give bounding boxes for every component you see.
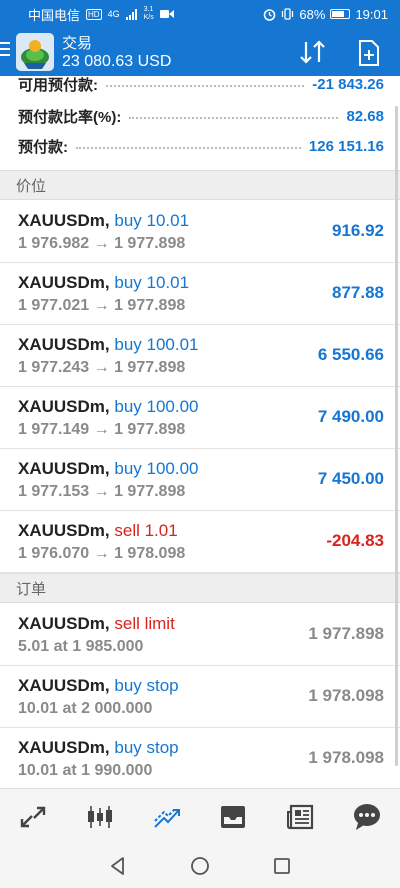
order-type: buy stop — [114, 738, 179, 757]
symbol: XAUUSDm, — [18, 676, 110, 695]
profit-value: 877.88 — [332, 283, 384, 302]
tab-quotes[interactable] — [0, 789, 67, 844]
price-change: 1 977.021 → 1 977.898 — [18, 297, 186, 314]
new-order-icon[interactable] — [358, 40, 380, 66]
account-balance: 23 080.63 USD — [62, 53, 172, 70]
app-logo — [16, 33, 54, 71]
home-icon[interactable] — [190, 856, 210, 876]
net-speed: 3.1 K/s — [143, 6, 154, 21]
leader-dots — [129, 117, 339, 119]
news-icon — [287, 804, 314, 829]
tab-news[interactable] — [267, 789, 334, 844]
trade-side: buy 100.01 — [114, 335, 199, 354]
position-row[interactable]: XAUUSDm, sell 1.01 1 976.070 → 1 978.098… — [0, 511, 400, 573]
symbol: XAUUSDm, — [18, 521, 110, 540]
price-change: 1 977.243 → 1 977.898 — [18, 359, 186, 376]
trade-side: buy 10.01 — [114, 273, 190, 292]
positions-header: 价位 — [0, 170, 400, 200]
chart-icon — [88, 805, 112, 828]
position-row[interactable]: XAUUSDm, buy 100.01 1 977.243 → 1 977.89… — [0, 325, 400, 387]
order-detail: 10.01 at 1 990.000 — [18, 762, 153, 779]
alarm-icon — [264, 8, 276, 21]
signal-icon — [125, 8, 137, 20]
system-navigation-bar — [0, 844, 400, 888]
sort-icon[interactable] — [298, 38, 328, 66]
position-row[interactable]: XAUUSDm, buy 10.01 1 977.021 → 1 977.898… — [0, 263, 400, 325]
free-margin-label: 可用预付款: — [18, 76, 98, 94]
app-title: 交易 — [62, 35, 93, 52]
free-margin-row: 可用预付款: -21 843.26 — [0, 76, 400, 98]
status-bar: 中国电信 HD 4G 3.1 K/s 68% 19:01 — [0, 0, 400, 28]
trade-side: sell 1.01 — [114, 521, 178, 540]
symbol: XAUUSDm, — [18, 273, 110, 292]
history-icon — [221, 805, 246, 828]
menu-icon[interactable] — [0, 42, 10, 58]
margin-level-row: 预付款比率(%): 82.68 — [0, 102, 400, 130]
symbol: XAUUSDm, — [18, 459, 110, 478]
trade-icon — [153, 808, 180, 828]
order-row[interactable]: XAUUSDm, buy stop 10.01 at 2 000.000 1 9… — [0, 666, 400, 728]
scrollbar[interactable] — [395, 106, 398, 766]
back-icon[interactable] — [108, 856, 128, 876]
vibrate-icon — [282, 8, 294, 20]
price-change: 1 977.153 → 1 977.898 — [18, 483, 186, 500]
symbol: XAUUSDm, — [18, 738, 110, 757]
bottom-navigation — [0, 788, 400, 844]
symbol: XAUUSDm, — [18, 397, 110, 416]
profit-value: -204.83 — [326, 531, 384, 550]
price-change: 1 976.982 → 1 977.898 — [18, 235, 186, 252]
position-row[interactable]: XAUUSDm, buy 10.01 1 976.982 → 1 977.898… — [0, 201, 400, 263]
battery-icon — [330, 9, 351, 19]
margin-value: 126 151.16 — [308, 137, 384, 155]
profit-value: 916.92 — [332, 221, 384, 240]
price-change: 1 976.070 → 1 978.098 — [18, 545, 186, 562]
profit-value: 7 490.00 — [317, 407, 384, 426]
position-row[interactable]: XAUUSDm, buy 100.00 1 977.153 → 1 977.89… — [0, 449, 400, 511]
trade-side: buy 100.00 — [114, 397, 199, 416]
app-bar: 交易 23 080.63 USD — [0, 28, 400, 76]
tab-history[interactable] — [200, 789, 267, 844]
margin-label: 预付款: — [18, 138, 68, 156]
leader-dots — [76, 147, 301, 149]
tab-chat[interactable] — [333, 789, 400, 844]
tab-chart[interactable] — [67, 789, 134, 844]
clock: 19:01 — [355, 6, 388, 22]
margin-level-label: 预付款比率(%): — [18, 108, 122, 126]
order-detail: 5.01 at 1 985.000 — [18, 638, 144, 655]
trade-side: buy 10.01 — [114, 211, 190, 230]
video-icon — [159, 10, 174, 18]
leader-dots — [106, 85, 305, 87]
position-row[interactable]: XAUUSDm, buy 100.00 1 977.149 → 1 977.89… — [0, 387, 400, 449]
margin-row: 预付款: 126 151.16 — [0, 132, 400, 160]
chat-icon — [353, 803, 380, 830]
current-price: 1 978.098 — [308, 748, 384, 767]
free-margin-value: -21 843.26 — [312, 76, 384, 93]
carrier-name: 中国电信 — [28, 7, 81, 23]
quotes-icon — [21, 806, 46, 827]
orders-header: 订单 — [0, 573, 400, 603]
margin-level-value: 82.68 — [346, 107, 384, 125]
order-type: buy stop — [114, 676, 179, 695]
trade-list[interactable]: 可用预付款: -21 843.26 预付款比率(%): 82.68 预付款: 1… — [0, 76, 400, 788]
symbol: XAUUSDm, — [18, 614, 110, 633]
symbol: XAUUSDm, — [18, 211, 110, 230]
trade-side: buy 100.00 — [114, 459, 199, 478]
symbol: XAUUSDm, — [18, 335, 110, 354]
tab-trade[interactable] — [133, 789, 200, 844]
profit-value: 6 550.66 — [317, 345, 384, 364]
profit-value: 7 450.00 — [317, 469, 384, 488]
recents-icon[interactable] — [272, 856, 292, 876]
current-price: 1 978.098 — [308, 686, 384, 705]
network-type: 4G — [107, 9, 120, 19]
current-price: 1 977.898 — [308, 624, 384, 643]
order-row[interactable]: XAUUSDm, buy stop 10.01 at 1 990.000 1 9… — [0, 728, 400, 788]
order-type: sell limit — [114, 614, 175, 633]
order-detail: 10.01 at 2 000.000 — [18, 700, 153, 717]
hd-badge: HD — [86, 8, 102, 20]
price-change: 1 977.149 → 1 977.898 — [18, 421, 186, 438]
battery-percent: 68% — [299, 6, 326, 22]
order-row[interactable]: XAUUSDm, sell limit 5.01 at 1 985.000 1 … — [0, 604, 400, 666]
